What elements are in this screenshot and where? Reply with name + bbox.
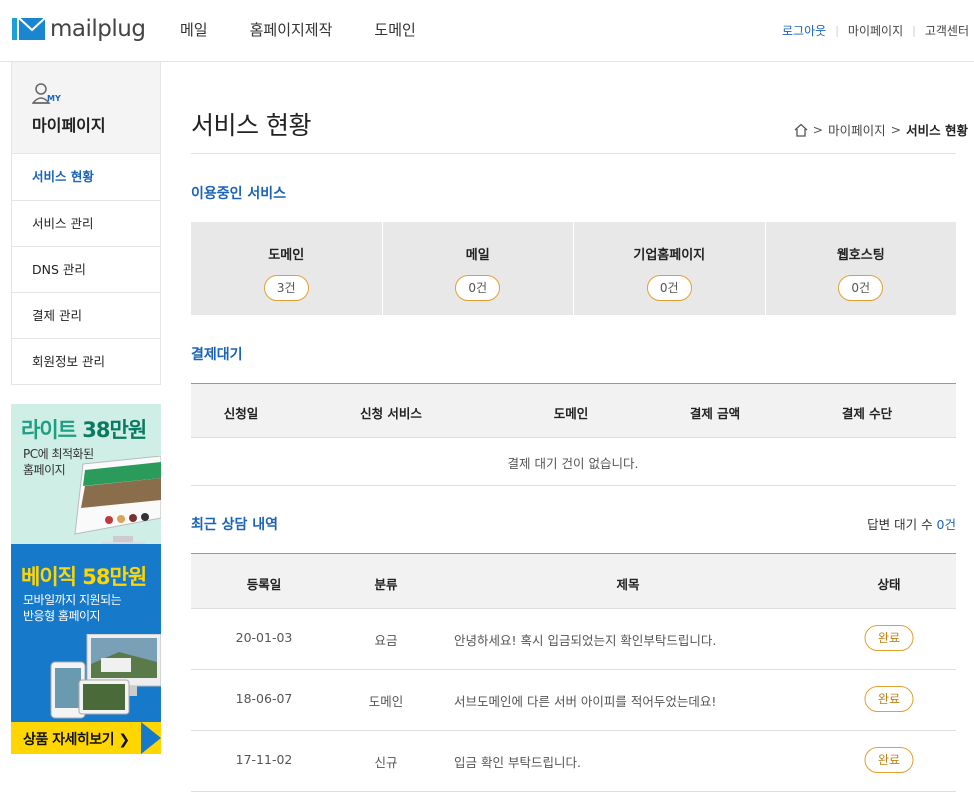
service-count-badge[interactable]: 0건 [838, 275, 884, 301]
sidebar: MY 마이페이지 서비스 현황 서비스 관리 DNS 관리 결제 관리 회원정보… [11, 62, 161, 385]
banner-lite-title: 라이트 38만원 [21, 418, 147, 442]
column-header: 제목 [616, 577, 640, 592]
divider: | [912, 24, 916, 37]
row-divider [191, 730, 956, 731]
service-domain: 도메인 3건 [191, 222, 382, 315]
row-category: 요금 [374, 633, 398, 648]
sidebar-title: 마이페이지 [32, 116, 106, 135]
sidebar-item-dns[interactable]: DNS 관리 [12, 246, 160, 292]
answer-wait-count: 답변 대기 수 0건 [867, 517, 956, 532]
page-title: 서비스 현황 [191, 111, 311, 140]
nav-mail[interactable]: 메일 [180, 19, 208, 40]
breadcrumb: > 마이페이지 > 서비스 현황 [794, 120, 968, 139]
main-nav: 메일 홈페이지제작 도메인 [180, 19, 458, 40]
sidebar-menu: 서비스 현황 서비스 관리 DNS 관리 결제 관리 회원정보 관리 [11, 154, 161, 385]
column-header: 등록일 [246, 577, 282, 592]
row-divider [191, 669, 956, 670]
mail-logo-icon [12, 14, 46, 44]
sidebar-item-payment[interactable]: 결제 관리 [12, 292, 160, 338]
service-mail: 메일 0건 [381, 222, 574, 315]
support-link[interactable]: 고객센터 [925, 22, 969, 39]
sidebar-header: MY 마이페이지 [11, 62, 161, 154]
services-summary: 도메인 3건 메일 0건 기업홈페이지 0건 웹호스팅 0건 [191, 222, 956, 315]
row-subject[interactable]: 입금 확인 부탁드립니다. [454, 752, 581, 771]
row-divider [191, 608, 956, 609]
service-count-badge[interactable]: 0건 [455, 275, 501, 301]
status-badge: 완료 [864, 747, 914, 773]
sidebar-item-service-manage[interactable]: 서비스 관리 [12, 200, 160, 246]
column-header: 신청 서비스 [360, 406, 422, 421]
column-header: 결제 수단 [841, 406, 893, 421]
row-divider [191, 437, 956, 438]
mypage-link[interactable]: 마이페이지 [848, 22, 903, 39]
service-name: 도메인 [268, 248, 305, 263]
nav-domain[interactable]: 도메인 [374, 19, 415, 40]
services-section-title: 이용중인 서비스 [191, 186, 287, 202]
service-homepage: 기업홈페이지 0건 [573, 222, 765, 315]
row-subject[interactable]: 서브도메인에 다른 서버 아이피를 적어두었는데요! [454, 691, 716, 710]
title-divider [191, 153, 956, 154]
column-header: 신청일 [223, 406, 259, 421]
sidebar-item-service-status[interactable]: 서비스 현황 [12, 154, 160, 200]
service-name: 메일 [465, 248, 490, 263]
column-header: 도메인 [553, 406, 589, 421]
nav-homepage[interactable]: 홈페이지제작 [250, 19, 333, 40]
row-divider [191, 791, 956, 792]
breadcrumb-mypage[interactable]: 마이페이지 [828, 120, 886, 139]
banner-cta[interactable]: 상품 자세히보기 ❯ [11, 722, 161, 754]
chevron-right-icon: > [812, 122, 824, 137]
service-name: 웹호스팅 [836, 248, 885, 263]
devices-illustration-icon [50, 634, 161, 719]
arrow-right-icon [141, 722, 161, 754]
my-badge: MY [47, 94, 61, 103]
column-header: 상태 [877, 577, 901, 592]
column-header: 분류 [374, 577, 398, 592]
row-divider [191, 485, 956, 486]
column-header: 결제 금액 [689, 406, 741, 421]
mailplug-logo[interactable]: mailplug [12, 13, 146, 45]
consult-table-header: 등록일 분류 제목 상태 [191, 554, 956, 608]
status-badge: 완료 [864, 625, 914, 651]
service-count-badge[interactable]: 0건 [646, 275, 692, 301]
home-icon[interactable] [794, 123, 808, 137]
divider: | [835, 24, 839, 37]
banner-basic-sub: 모바일까지 지원되는 반응형 홈페이지 [23, 593, 122, 623]
logo-text: mailplug [50, 16, 146, 42]
top-header: mailplug 메일 홈페이지제작 도메인 로그아웃 | 마이페이지 | 고객… [0, 0, 974, 62]
payment-section-title: 결제대기 [191, 347, 243, 363]
util-links: 로그아웃 | 마이페이지 | 고객센터 [782, 22, 969, 39]
row-date: 17-11-02 [235, 752, 293, 767]
promo-banner[interactable]: 라이트 38만원 PC에 최적화된 홈페이지 베이직 58만원 모바일까지 지원… [11, 404, 161, 754]
row-date: 18-06-07 [235, 691, 293, 706]
monitor-illustration-icon [74, 456, 161, 546]
user-icon: MY [31, 82, 64, 106]
service-count-badge[interactable]: 3건 [263, 275, 309, 301]
banner-basic-title: 베이직 58만원 [21, 565, 147, 589]
consult-section-title: 최근 상담 내역 [191, 517, 279, 533]
status-badge: 완료 [864, 686, 914, 712]
logout-link[interactable]: 로그아웃 [782, 22, 826, 39]
payment-table-header: 신청일 신청 서비스 도메인 결제 금액 결제 수단 [191, 384, 956, 437]
empty-message: 결제 대기 건이 없습니다. [507, 456, 639, 471]
row-category: 신규 [374, 755, 398, 770]
row-subject[interactable]: 안녕하세요! 혹시 입금되었는지 확인부탁드립니다. [454, 630, 716, 649]
service-name: 기업홈페이지 [633, 248, 706, 263]
sidebar-item-member-info[interactable]: 회원정보 관리 [12, 338, 160, 384]
banner-cta-label: 상품 자세히보기 ❯ [23, 732, 130, 748]
breadcrumb-current: 서비스 현황 [906, 123, 968, 138]
service-hosting: 웹호스팅 0건 [764, 222, 957, 315]
row-category: 도메인 [368, 694, 404, 709]
row-date: 20-01-03 [235, 630, 293, 645]
chevron-right-icon: > [890, 122, 902, 137]
